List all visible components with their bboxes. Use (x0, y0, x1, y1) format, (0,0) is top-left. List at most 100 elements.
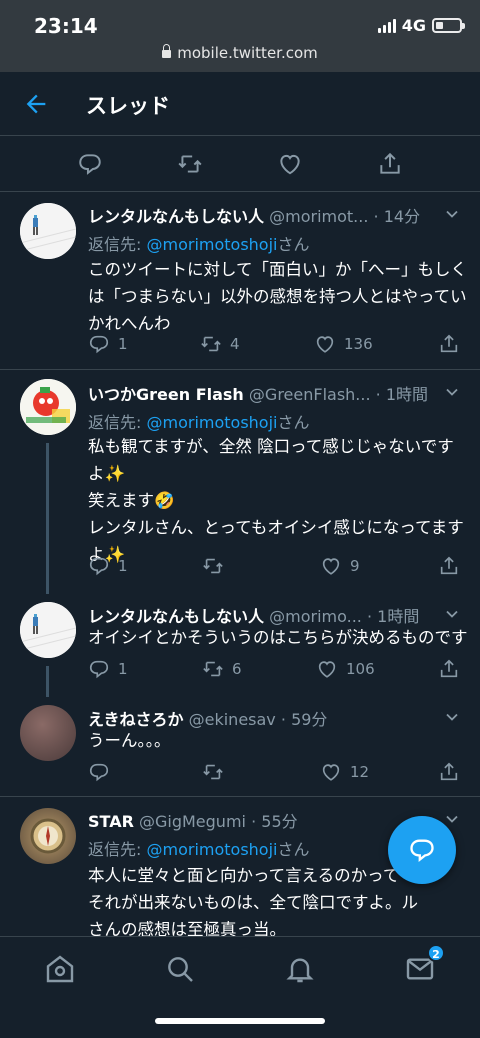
reply-icon (89, 335, 109, 354)
reply-icon (89, 763, 109, 782)
share-icon (440, 762, 458, 781)
reply-prefix: 返信先: (88, 840, 147, 859)
retweet-button[interactable] (202, 761, 232, 783)
mention-link[interactable]: @morimotoshoji (146, 840, 277, 859)
reply-prefix: 返信先: (88, 235, 147, 254)
thread-connector (46, 666, 49, 697)
back-arrow-icon[interactable] (22, 90, 50, 118)
reply-icon (89, 557, 109, 576)
display-name[interactable]: レンタルなんもしない人 (88, 207, 264, 226)
display-name[interactable]: STAR (88, 812, 134, 831)
reply-count: 1 (118, 660, 128, 678)
retweet-icon (203, 764, 223, 780)
tweet-text: オイシイとかそういうのはこちらが決めるものです (88, 628, 468, 647)
mention-link[interactable]: @morimotoshoji (146, 235, 277, 254)
like-count: 9 (350, 557, 360, 575)
lock-icon (162, 44, 172, 58)
tweet-text: このツイートに対して「面白い」か「へー」もしくは「つまらない」以外の感想を持つ人… (88, 260, 468, 333)
url-text: mobile.twitter.com (177, 44, 318, 62)
retweet-count: 6 (232, 660, 242, 678)
tweet[interactable]: えきねさろか @ekinesav · 59分 うーん。。。 12 (0, 697, 480, 797)
separator-dot: · (251, 812, 257, 831)
chevron-down-icon[interactable] (444, 709, 460, 725)
status-indicators: 4G (377, 16, 465, 35)
reply-button[interactable] (88, 761, 118, 783)
tweet[interactable]: レンタルなんもしない人 @morimo... · 1時間 オイシイとかそういうの… (0, 594, 480, 697)
tweet-actions: 12 (88, 761, 468, 785)
reply-context: 返信先: @morimotoshojiさん (88, 836, 310, 860)
reply-count: 1 (118, 557, 128, 575)
network-label: 4G (401, 16, 426, 35)
messages-badge: 2 (427, 944, 445, 962)
retweet-icon (203, 661, 223, 677)
mention-link[interactable]: @morimotoshoji (146, 413, 277, 432)
like-icon (318, 661, 336, 678)
like-button[interactable]: 136 (314, 333, 373, 355)
handle[interactable]: @morimot... (269, 207, 368, 226)
home-indicator (155, 1018, 325, 1024)
retweet-button[interactable]: 6 (202, 658, 242, 680)
reply-button[interactable]: 1 (88, 555, 128, 577)
retweet-button[interactable] (202, 555, 232, 577)
browser-status-bar: 23:14 4G mobile.twitter.com (0, 0, 480, 72)
avatar-image (30, 818, 66, 854)
avatar-image (20, 602, 76, 658)
thread-connector (46, 443, 49, 594)
tweet[interactable]: レンタルなんもしない人 @morimot... · 14分 返信先: @mori… (0, 193, 480, 370)
retweet-count: 4 (230, 335, 240, 353)
address-bar[interactable]: mobile.twitter.com (0, 44, 480, 62)
notifications-icon[interactable] (284, 953, 316, 985)
timestamp[interactable]: 55分 (261, 812, 297, 831)
reply-icon[interactable] (77, 151, 103, 177)
separator-dot: · (373, 207, 379, 226)
compose-reply-button[interactable] (388, 816, 456, 884)
avatar-image (20, 203, 76, 259)
retweet-icon (203, 558, 223, 574)
chevron-down-icon[interactable] (444, 206, 460, 222)
avatar[interactable] (20, 808, 76, 864)
thread-header: スレッド (0, 72, 480, 136)
avatar[interactable] (20, 379, 76, 435)
share-button[interactable] (438, 555, 460, 577)
reply-button[interactable]: 1 (88, 658, 128, 680)
clock: 23:14 (34, 14, 98, 38)
like-button[interactable]: 9 (320, 555, 360, 577)
page-title: スレッド (86, 94, 170, 118)
avatar[interactable] (20, 705, 76, 761)
share-icon (440, 659, 458, 678)
timestamp[interactable]: 14分 (384, 207, 420, 226)
retweet-icon[interactable] (177, 151, 203, 177)
reply-prefix: 返信先: (88, 413, 147, 432)
chevron-down-icon[interactable] (444, 811, 460, 827)
share-button[interactable] (438, 658, 460, 680)
tweet-header: いつかGreen Flash @GreenFlash... · 1時間 (88, 381, 432, 405)
tweet[interactable]: いつかGreen Flash @GreenFlash... · 1時間 返信先:… (0, 371, 480, 594)
messages-button[interactable]: 2 (404, 944, 445, 985)
compose-reply-icon (410, 839, 434, 862)
home-icon[interactable] (44, 953, 76, 985)
tweet-actions: 1 9 (88, 555, 468, 579)
avatar[interactable] (20, 203, 76, 259)
handle[interactable]: @GreenFlash... (249, 385, 371, 404)
share-button[interactable] (438, 761, 460, 783)
tweet-text: うーん。。。 (88, 731, 171, 750)
chevron-down-icon[interactable] (444, 384, 460, 400)
avatar-image (20, 379, 76, 435)
share-button[interactable] (438, 333, 460, 355)
like-button[interactable]: 106 (316, 658, 375, 680)
share-icon[interactable] (377, 151, 403, 177)
display-name[interactable]: いつかGreen Flash (88, 385, 244, 404)
retweet-button[interactable]: 4 (200, 333, 240, 355)
like-count: 106 (346, 660, 375, 678)
reply-icon (89, 660, 109, 679)
avatar[interactable] (20, 602, 76, 658)
handle[interactable]: @GigMegumi (139, 812, 246, 831)
tweet-actions: 1 6 106 (88, 658, 468, 682)
reply-button[interactable]: 1 (88, 333, 128, 355)
tweet-header: STAR @GigMegumi · 55分 (88, 808, 432, 832)
like-icon[interactable] (277, 151, 303, 177)
timestamp[interactable]: 1時間 (386, 385, 428, 404)
search-icon[interactable] (164, 953, 196, 985)
like-button[interactable]: 12 (320, 761, 369, 783)
chevron-down-icon[interactable] (444, 606, 460, 622)
